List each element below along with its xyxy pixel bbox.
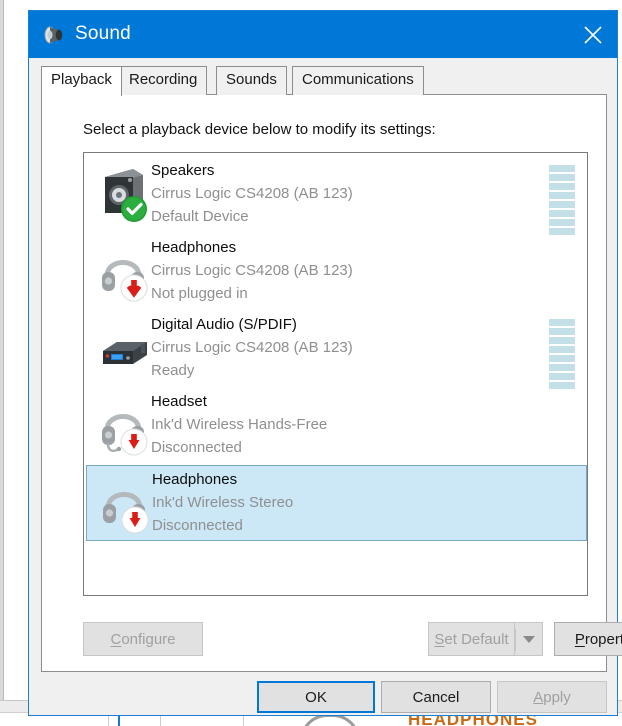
device-status: Disconnected [152, 517, 243, 534]
volume-meter [549, 319, 575, 391]
properties-button[interactable]: Properties [554, 622, 622, 656]
apply-accel: A [533, 688, 544, 706]
speaker-icon [43, 25, 65, 45]
speaker-box-icon [97, 163, 153, 225]
set-default-button[interactable]: Set Default [428, 622, 514, 656]
headphones-icon [97, 240, 153, 302]
device-name: Headphones [152, 471, 238, 488]
instruction-text: Select a playback device below to modify… [83, 121, 436, 138]
configure-button[interactable]: Configure [83, 622, 203, 656]
ok-button[interactable]: OK [257, 681, 375, 713]
device-subtitle: Cirrus Logic CS4208 (AB 123) [151, 262, 353, 279]
device-subtitle: Cirrus Logic CS4208 (AB 123) [151, 185, 353, 202]
list-item-selected[interactable]: Headphones Ink'd Wireless Stereo Disconn… [86, 465, 587, 541]
headphones-icon [98, 472, 154, 534]
apply-label: pply [543, 688, 571, 706]
properties-label: roperties [584, 630, 622, 648]
sound-dialog: Sound Playback Recording Sounds Communic… [28, 10, 622, 716]
window-title: Sound [75, 23, 131, 44]
button-separator [515, 629, 516, 651]
device-subtitle: Cirrus Logic CS4208 (AB 123) [151, 339, 353, 356]
headset-icon [97, 394, 153, 456]
list-item[interactable]: Headset Ink'd Wireless Hands-Free Discon… [86, 388, 587, 464]
device-status: Not plugged in [151, 285, 248, 302]
playback-tab-page: Select a playback device below to modify… [41, 95, 622, 672]
volume-meter [549, 165, 575, 237]
spdif-device-icon [97, 317, 153, 379]
apply-button[interactable]: Apply [497, 681, 607, 713]
tab-sounds[interactable]: Sounds [216, 66, 287, 95]
background-window-edge [0, 0, 4, 726]
close-icon[interactable] [569, 11, 617, 58]
screen: HEADPHONES Sound Playback Recording Soun… [0, 0, 622, 726]
set-default-group[interactable]: Set Default [428, 622, 543, 656]
device-name: Headset [151, 393, 207, 410]
cancel-button[interactable]: Cancel [381, 681, 491, 713]
properties-accel: P [574, 630, 585, 648]
playback-device-list[interactable]: Speakers Cirrus Logic CS4208 (AB 123) De… [83, 152, 588, 596]
device-name: Digital Audio (S/PDIF) [151, 316, 297, 333]
list-item[interactable]: Speakers Cirrus Logic CS4208 (AB 123) De… [86, 157, 587, 235]
set-default-label: et Default [444, 630, 509, 648]
device-name: Headphones [151, 239, 237, 256]
set-default-accel: S [434, 630, 445, 648]
title-bar: Sound [29, 11, 617, 58]
device-name: Speakers [151, 162, 215, 179]
tab-strip: Playback Recording Sounds Communications [41, 66, 607, 96]
tab-recording[interactable]: Recording [119, 66, 208, 95]
device-status: Disconnected [151, 439, 242, 456]
set-default-dropdown-button[interactable] [514, 622, 543, 656]
tab-communications[interactable]: Communications [292, 66, 424, 95]
configure-label: onfigure [121, 630, 176, 648]
device-status: Default Device [151, 208, 249, 225]
device-status: Ready [151, 362, 195, 379]
device-subtitle: Ink'd Wireless Hands-Free [151, 416, 328, 433]
device-subtitle: Ink'd Wireless Stereo [152, 494, 294, 511]
chevron-down-icon [522, 635, 535, 643]
list-item[interactable]: Headphones Cirrus Logic CS4208 (AB 123) … [86, 234, 587, 310]
list-item[interactable]: Digital Audio (S/PDIF) Cirrus Logic CS42… [86, 311, 587, 389]
configure-accel: C [110, 630, 122, 648]
tab-playback[interactable]: Playback [41, 66, 122, 96]
